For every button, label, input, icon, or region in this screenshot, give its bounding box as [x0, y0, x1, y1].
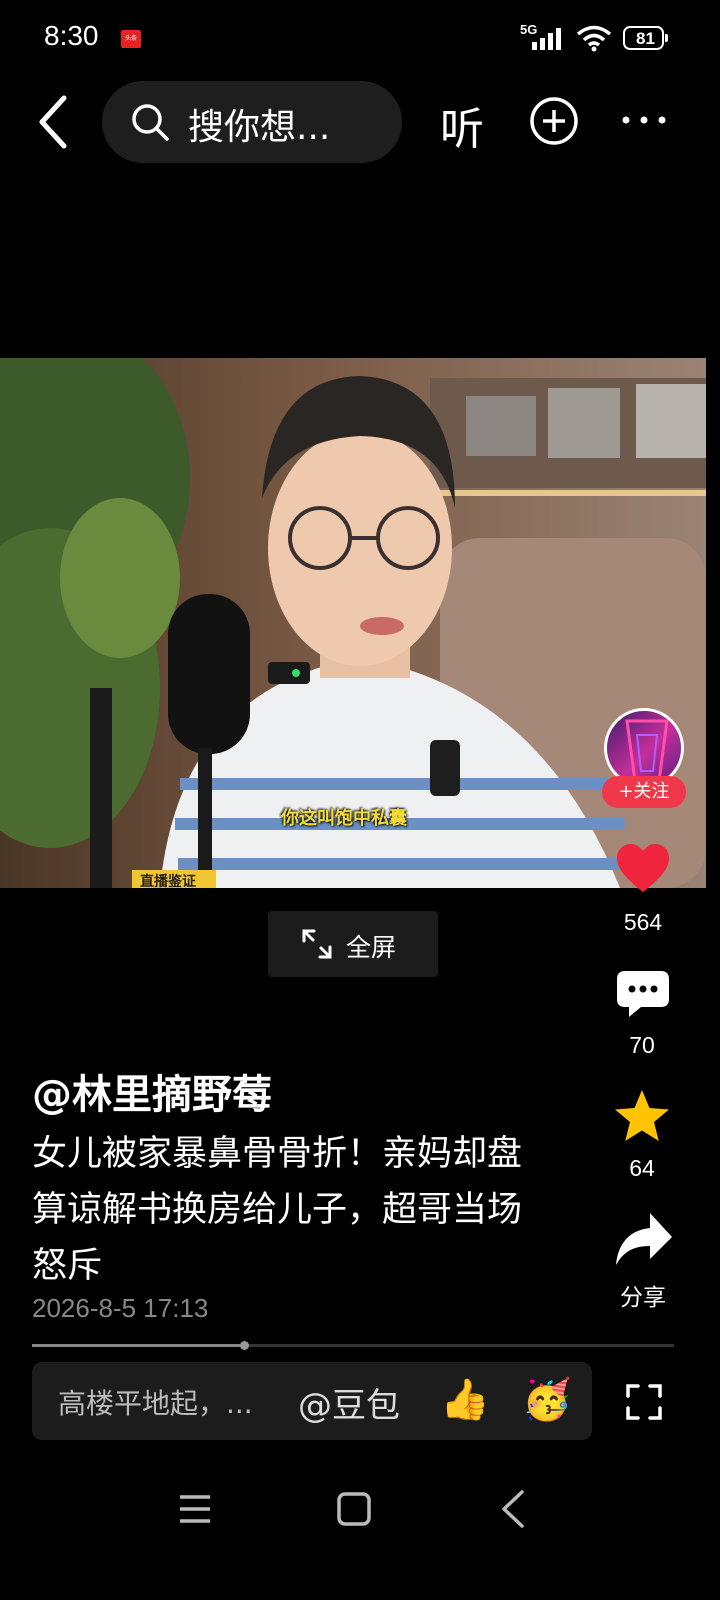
comment-input[interactable]: 高楼平地起，... @豆包 👍 🥳: [32, 1362, 592, 1440]
back-arrow-icon[interactable]: [32, 92, 76, 152]
heart-icon[interactable]: [617, 844, 669, 894]
party-face-emoji-icon[interactable]: 🥳: [522, 1376, 572, 1423]
comment-count: 70: [629, 1032, 655, 1058]
home-icon[interactable]: [337, 1492, 371, 1526]
follow-button[interactable]: +关注: [602, 776, 686, 808]
fullscreen-button[interactable]: 全屏: [268, 911, 438, 977]
system-nav-bar: [180, 1490, 524, 1528]
progress-fill: [32, 1344, 244, 1347]
search-input[interactable]: 搜你想...: [102, 81, 402, 163]
listen-button[interactable]: 听: [440, 93, 484, 157]
fullscreen-icon: [302, 929, 332, 959]
battery-level: 81: [636, 29, 655, 48]
search-placeholder: 搜你想...: [188, 107, 331, 148]
post-title: 女儿被家暴鼻骨骨折！亲妈却盘算谅解书换房给儿子，超哥当场怒斥: [32, 1134, 523, 1286]
signal-icon: [532, 28, 561, 50]
search-icon: [132, 104, 169, 141]
progress-bar[interactable]: [32, 1341, 674, 1350]
wifi-icon: [576, 25, 612, 52]
like-count: 564: [623, 909, 663, 935]
more-icon[interactable]: [620, 108, 668, 132]
system-back-icon[interactable]: [502, 1490, 524, 1528]
add-circle-icon[interactable]: [529, 96, 579, 146]
author-name[interactable]: @林里摘野莓: [32, 1062, 272, 1120]
fullscreen-label: 全屏: [346, 933, 397, 962]
expand-icon[interactable]: [625, 1383, 663, 1421]
favorite-count: 64: [629, 1155, 655, 1181]
share-icon[interactable]: [616, 1213, 672, 1265]
progress-thumb[interactable]: [239, 1341, 249, 1350]
app-badge-icon: 头条: [121, 30, 141, 48]
video-player[interactable]: 你这叫饱中私囊 直播鉴证: [0, 358, 706, 888]
battery-icon: 81: [623, 26, 669, 50]
star-icon[interactable]: [614, 1089, 670, 1143]
mention-doubao-button[interactable]: @豆包: [298, 1378, 400, 1427]
status-time: 8:30: [44, 20, 99, 51]
status-bar: 8:30 头条 5G 81: [0, 0, 720, 78]
thumbs-up-emoji-icon[interactable]: 👍: [440, 1376, 490, 1423]
video-subtitle: 你这叫饱中私囊: [281, 808, 407, 829]
share-label: 分享: [620, 1284, 666, 1310]
recent-apps-icon[interactable]: [180, 1495, 210, 1523]
comment-placeholder: 高楼平地起，...: [58, 1387, 253, 1420]
post-timestamp: 2026-8-5 17:13: [32, 1293, 209, 1323]
video-watermark: 直播鉴证: [132, 870, 216, 888]
comment-icon[interactable]: [617, 971, 669, 1017]
